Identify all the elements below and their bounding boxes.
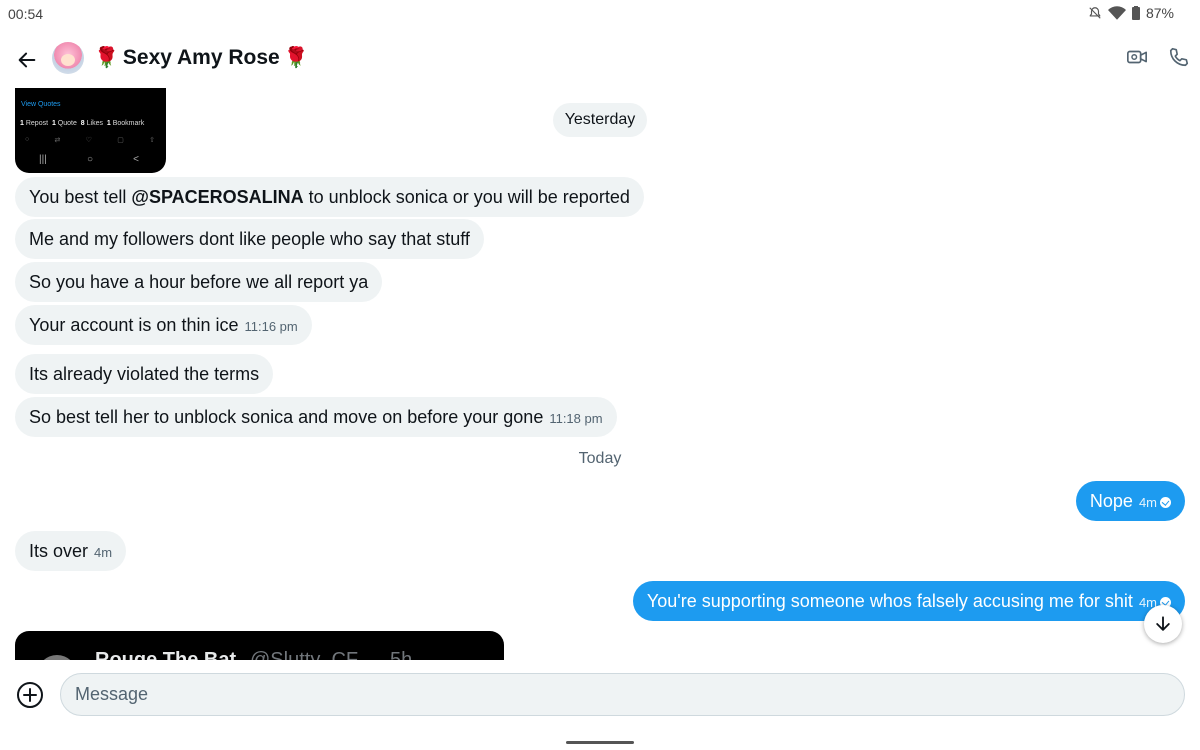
- video-call-icon[interactable]: [1126, 46, 1148, 68]
- mention-link[interactable]: @SPACEROSALINA: [131, 187, 303, 207]
- message-bubble[interactable]: You best tell @SPACEROSALINA to unblock …: [15, 177, 644, 217]
- wifi-icon: [1107, 6, 1126, 20]
- contact-avatar[interactable]: [52, 42, 84, 74]
- rose-icon: 🌹: [283, 47, 309, 69]
- read-check-icon: [1160, 497, 1171, 508]
- date-divider-today: Today: [578, 450, 622, 467]
- post-action-icons: ○ ⇄ ♡ ▢ ⇧: [25, 136, 155, 144]
- battery-icon: [1131, 6, 1140, 20]
- arrow-down-icon: [1156, 616, 1170, 631]
- back-button[interactable]: [12, 45, 42, 75]
- conversation-header: 🌹 Sexy Amy Rose 🌹: [0, 36, 1200, 82]
- message-bubble-sent[interactable]: You're supporting someone whos falsely a…: [632, 581, 1185, 621]
- post-time: 5h: [390, 649, 413, 660]
- status-time: 00:54: [8, 6, 44, 22]
- status-icons: 87%: [1088, 5, 1174, 21]
- message-bubble[interactable]: So you have a hour before we all report …: [15, 262, 383, 302]
- message-bubble-sent[interactable]: Nope 4m: [1075, 481, 1185, 521]
- message-bubble[interactable]: Me and my followers dont like people who…: [15, 219, 484, 259]
- rose-icon: 🌹: [94, 47, 119, 69]
- message-time: 4m: [94, 545, 113, 560]
- post-author-avatar: [37, 655, 77, 660]
- message-time: 11:18 pm: [549, 411, 603, 426]
- image-attachment[interactable]: View Quotes 1 Repost 1 Quote 8 Likes 1 B…: [15, 88, 166, 173]
- view-quotes-link: View Quotes: [21, 101, 61, 108]
- message-bubble[interactable]: Its over 4m: [15, 531, 127, 571]
- post-author-handle: @Slutty_CF: [250, 649, 359, 660]
- message-time: 11:16 pm: [244, 319, 298, 334]
- message-bubble[interactable]: Its already violated the terms: [15, 354, 274, 394]
- status-bar: 00:54 87%: [0, 0, 1200, 30]
- message-bubble[interactable]: So best tell her to unblock sonica and m…: [15, 397, 617, 437]
- post-stats: 1 Repost 1 Quote 8 Likes 1 Bookmark: [20, 120, 145, 127]
- header-actions: [1126, 46, 1190, 68]
- arrow-left-icon: [18, 52, 36, 68]
- date-divider-yesterday: Yesterday: [553, 103, 647, 137]
- android-nav-bar: ||| ○ <: [39, 154, 139, 165]
- contact-name-row[interactable]: 🌹 Sexy Amy Rose 🌹: [94, 45, 309, 70]
- phone-icon[interactable]: [1168, 46, 1190, 68]
- post-author-name: Rouge The Bat: [95, 649, 237, 660]
- mute-icon: [1089, 7, 1101, 19]
- battery-percent: 87%: [1145, 5, 1174, 21]
- contact-name: Sexy Amy Rose: [122, 45, 280, 69]
- shared-post-card[interactable]: Rouge The Bat @Slutty_CF 5h: [15, 631, 504, 660]
- message-time: 4m: [1138, 495, 1157, 510]
- plus-circle-icon[interactable]: [16, 681, 44, 709]
- home-indicator[interactable]: [566, 741, 634, 744]
- message-input[interactable]: [60, 673, 1185, 716]
- message-bubble[interactable]: Your account is on thin ice 11:16 pm: [15, 305, 312, 345]
- scroll-to-bottom-button[interactable]: [1144, 605, 1182, 643]
